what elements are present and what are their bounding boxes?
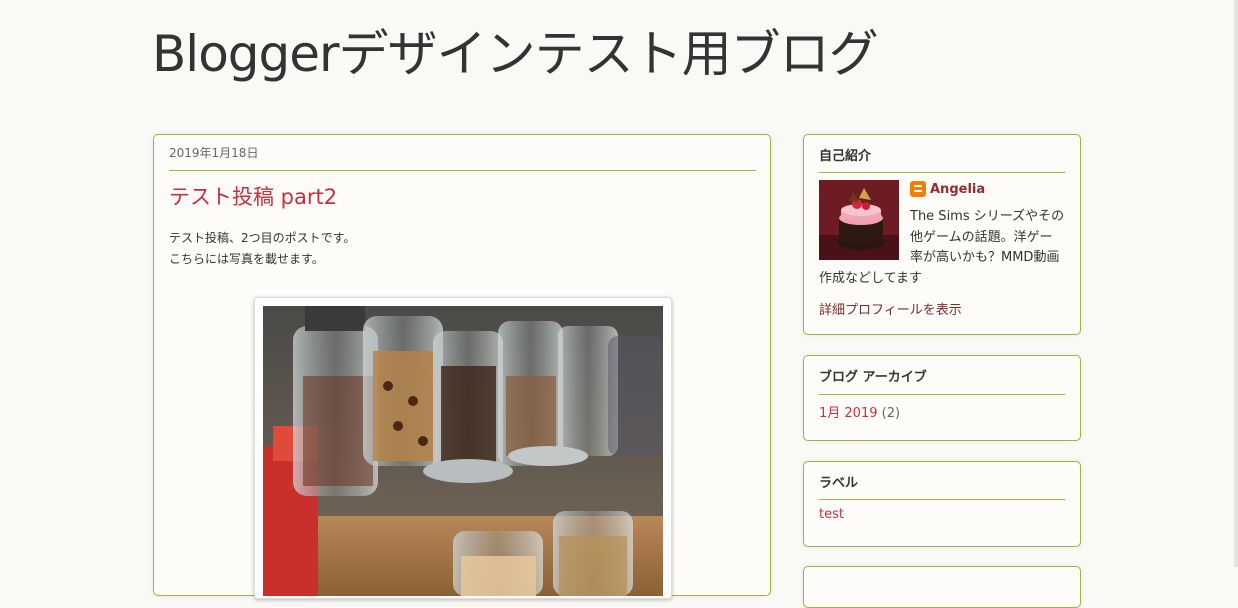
- post-body-line: テスト投稿、2つ目のポストです。: [169, 231, 356, 245]
- post-divider: [169, 170, 756, 171]
- next-widget: [803, 566, 1081, 608]
- window-edge: [1234, 0, 1238, 567]
- post-photo[interactable]: [263, 306, 663, 596]
- post-body-line: こちらには写真を載せます。: [169, 252, 324, 266]
- archive-widget-title: ブログ アーカイブ: [819, 370, 927, 385]
- archive-month-link[interactable]: 1月 2019: [819, 406, 878, 421]
- archive-item: 1月 2019 (2): [819, 402, 900, 421]
- widget-divider: [819, 172, 1065, 173]
- profile-name-link[interactable]: Angelia: [930, 182, 985, 197]
- labels-widget: ラベル test: [803, 461, 1081, 547]
- profile-name-row: Angelia: [910, 180, 985, 198]
- view-profile-link[interactable]: 詳細プロフィールを表示: [819, 299, 962, 318]
- widget-divider: [819, 499, 1065, 500]
- archive-widget: ブログ アーカイブ 1月 2019 (2): [803, 355, 1081, 441]
- profile-about: The Sims シリーズやその他ゲームの話題。洋ゲー率が高いかも？MMD動画作…: [819, 207, 1065, 289]
- archive-count: (2): [881, 406, 901, 421]
- post-date: 2019年1月18日: [169, 146, 259, 160]
- post-body: テスト投稿、2つ目のポストです。 こちらには写真を載せます。: [169, 228, 355, 270]
- post-card: 2019年1月18日 テスト投稿 part2 テスト投稿、2つ目のポストです。 …: [153, 134, 771, 599]
- blogger-icon: [910, 181, 926, 197]
- widget-divider: [819, 394, 1065, 395]
- labels-widget-title: ラベル: [819, 476, 859, 491]
- post-title-link[interactable]: テスト投稿 part2: [169, 181, 337, 211]
- post-photo-frame[interactable]: [254, 297, 672, 599]
- label-link[interactable]: test: [819, 507, 844, 522]
- blog-title[interactable]: Bloggerデザインテスト用ブログ: [152, 22, 879, 86]
- profile-widget: 自己紹介 Angelia The Sims シリーズやその他ゲームの話題。洋ゲー…: [803, 134, 1081, 335]
- profile-widget-title: 自己紹介: [819, 149, 872, 164]
